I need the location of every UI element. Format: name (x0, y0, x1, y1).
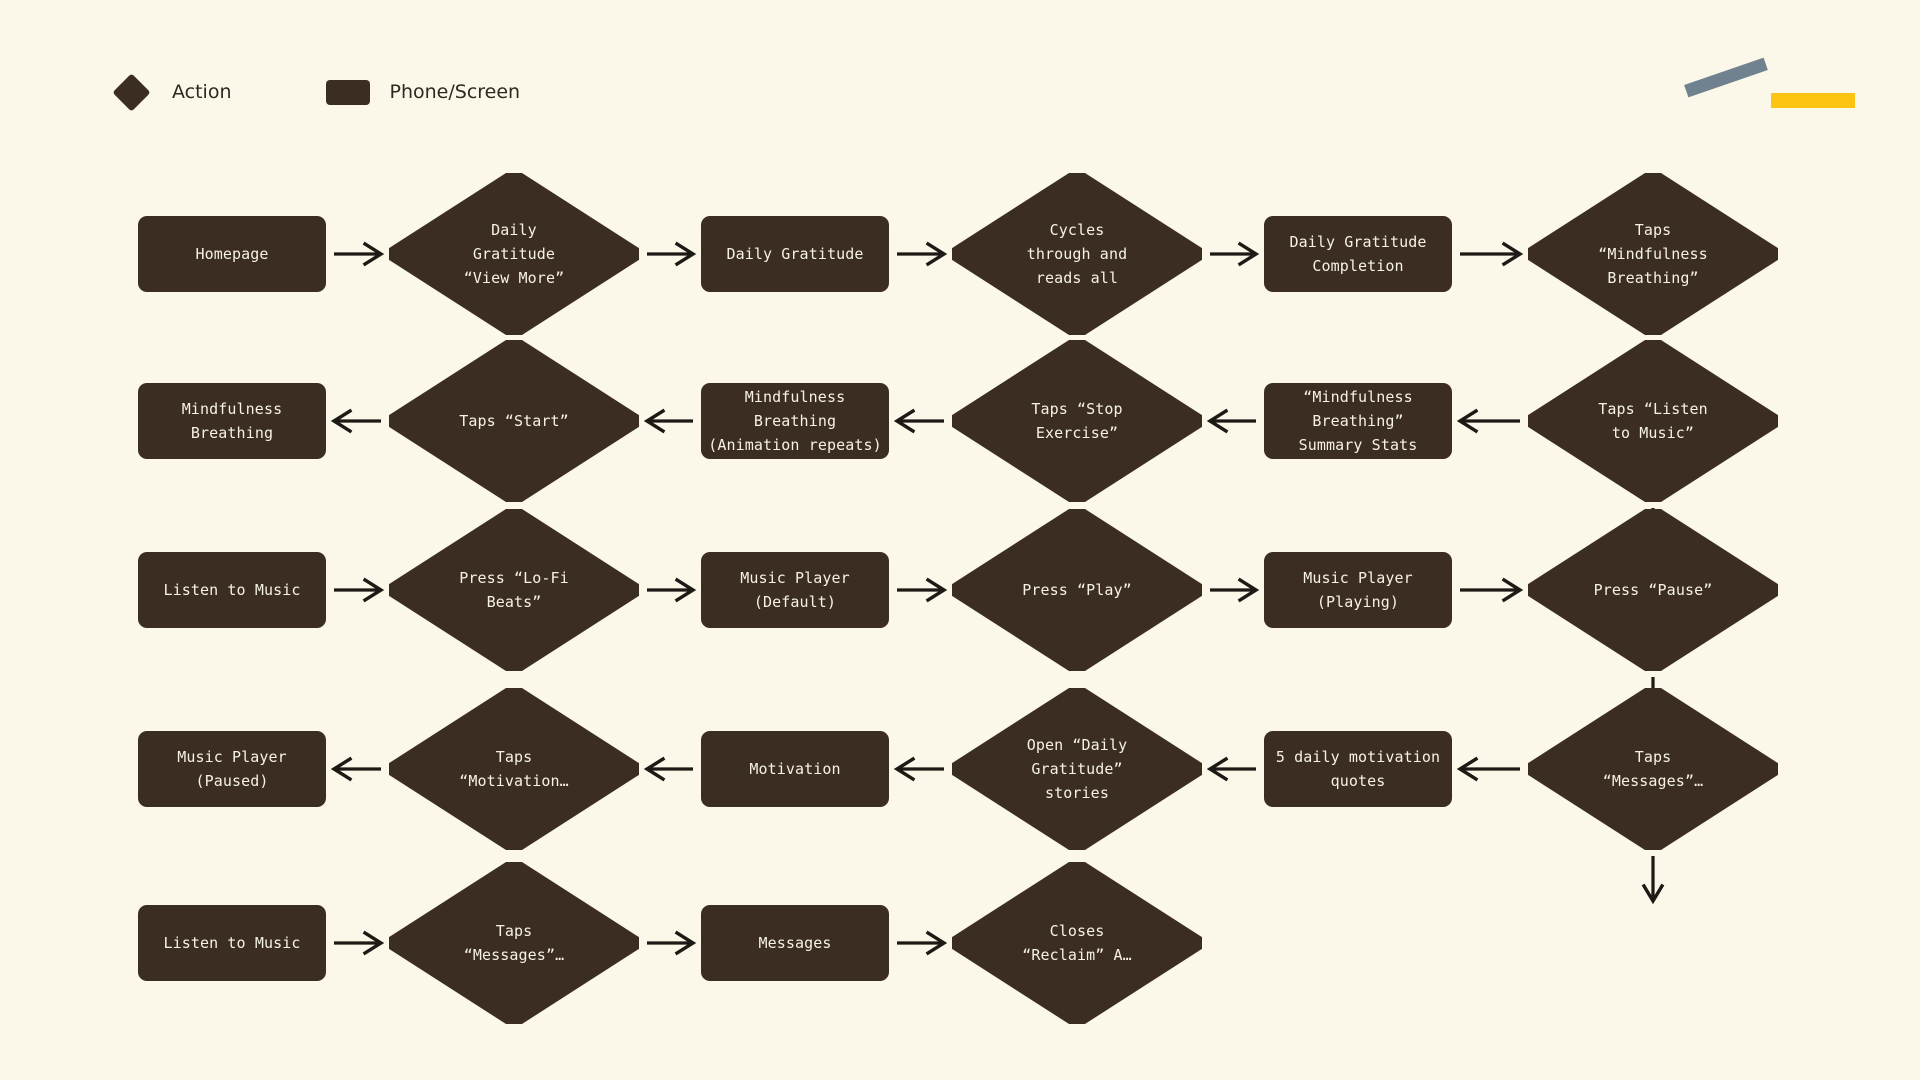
flowchart-canvas: Action Phone/Screen Homepage Daily Gratit… (0, 0, 1920, 1080)
action-node[interactable]: Closes “Reclaim” A… (952, 862, 1202, 1024)
arrow-horizontal (334, 930, 385, 956)
action-node[interactable]: Taps “Messages”… (389, 862, 639, 1024)
arrow-horizontal (1460, 577, 1524, 603)
screen-node[interactable]: Listen to Music (138, 552, 326, 628)
node-label: Mindfulness Breathing (181, 399, 283, 442)
decorative-gold-bar (1771, 93, 1855, 108)
action-node[interactable]: Open “Daily Gratitude” stories (952, 688, 1202, 850)
screen-node[interactable]: Motivation (701, 731, 889, 807)
node-label: Taps “Start” (459, 411, 569, 430)
arrow-horizontal (893, 408, 944, 434)
node-label: Cycles through and reads all (1026, 220, 1128, 288)
node-label: Open “Daily Gratitude” stories (1026, 735, 1128, 803)
screen-node[interactable]: “Mindfulness Breathing” Summary Stats (1264, 383, 1452, 459)
screen-node[interactable]: Music Player (Paused) (138, 731, 326, 807)
node-label: Press “Play” (1022, 580, 1132, 599)
arrow-horizontal (334, 577, 385, 603)
screen-node[interactable]: Daily Gratitude (701, 216, 889, 292)
screen-node[interactable]: Music Player (Default) (701, 552, 889, 628)
node-label: Taps “Messages”… (1602, 747, 1704, 790)
arrow-horizontal (1456, 756, 1520, 782)
arrow-horizontal (647, 577, 697, 603)
node-label: 5 daily motivation quotes (1275, 747, 1441, 790)
diamond-shape-icon (112, 72, 151, 112)
legend-label-screen: Phone/Screen (389, 81, 521, 103)
action-node[interactable]: Taps “Start” (389, 340, 639, 502)
arrow-horizontal (330, 408, 381, 434)
node-label: Music Player (Default) (740, 568, 850, 611)
arrow-horizontal (897, 930, 948, 956)
arrow-horizontal (643, 408, 693, 434)
legend-label-action: Action (172, 81, 232, 103)
arrow-horizontal (1210, 241, 1260, 267)
screen-node[interactable]: Daily Gratitude Completion (1264, 216, 1452, 292)
legend-entry-action: Action (112, 72, 232, 112)
node-label: Homepage (195, 244, 269, 263)
node-label: Press “Pause” (1593, 580, 1713, 599)
action-node[interactable]: Press “Lo-Fi Beats” (389, 509, 639, 671)
node-label: Listen to Music (163, 580, 301, 599)
node-label: Taps “Motivation… (459, 747, 569, 790)
arrow-horizontal (893, 756, 944, 782)
action-node[interactable]: Press “Pause” (1528, 509, 1778, 671)
arrow-horizontal (330, 756, 381, 782)
legend: Action Phone/Screen (112, 72, 521, 112)
screen-node[interactable]: Listen to Music (138, 905, 326, 981)
arrow-horizontal (647, 241, 697, 267)
node-label: Taps “Listen to Music” (1598, 399, 1708, 442)
node-label: Taps “Stop Exercise” (1031, 399, 1123, 442)
arrow-horizontal (897, 241, 948, 267)
node-label: Messages (758, 933, 832, 952)
action-node[interactable]: Taps “Messages”… (1528, 688, 1778, 850)
arrow-horizontal (1206, 408, 1256, 434)
action-node[interactable]: Taps “Mindfulness Breathing” (1528, 173, 1778, 335)
node-label: Music Player (Paused) (177, 747, 287, 790)
screen-node[interactable]: Mindfulness Breathing (Animation repeats… (701, 383, 889, 459)
action-node[interactable]: Cycles through and reads all (952, 173, 1202, 335)
decorative-slate-bar (1684, 57, 1768, 98)
node-label: Daily Gratitude Completion (1289, 232, 1427, 275)
node-label: Taps “Mindfulness Breathing” (1598, 220, 1708, 288)
arrow-horizontal (1206, 756, 1256, 782)
action-node[interactable]: Daily Gratitude “View More” (389, 173, 639, 335)
arrow-horizontal (1210, 577, 1260, 603)
node-label: Mindfulness Breathing (Animation repeats… (708, 387, 882, 455)
screen-node[interactable]: 5 daily motivation quotes (1264, 731, 1452, 807)
arrow-vertical (1641, 856, 1665, 905)
action-node[interactable]: Press “Play” (952, 509, 1202, 671)
screen-node[interactable]: Mindfulness Breathing (138, 383, 326, 459)
action-node[interactable]: Taps “Stop Exercise” (952, 340, 1202, 502)
node-label: Daily Gratitude (726, 244, 864, 263)
node-label: Daily Gratitude “View More” (463, 220, 565, 288)
arrow-horizontal (1460, 241, 1524, 267)
node-label: Closes “Reclaim” A… (1022, 921, 1132, 964)
screen-node[interactable]: Homepage (138, 216, 326, 292)
node-label: Listen to Music (163, 933, 301, 952)
action-node[interactable]: Taps “Listen to Music” (1528, 340, 1778, 502)
rectangle-shape-icon (325, 79, 370, 105)
node-label: Motivation (749, 759, 841, 778)
action-node[interactable]: Taps “Motivation… (389, 688, 639, 850)
arrow-horizontal (647, 930, 697, 956)
screen-node[interactable]: Music Player (Playing) (1264, 552, 1452, 628)
arrow-horizontal (897, 577, 948, 603)
node-label: “Mindfulness Breathing” Summary Stats (1298, 387, 1418, 455)
arrow-horizontal (334, 241, 385, 267)
legend-entry-screen: Phone/Screen (325, 79, 521, 105)
screen-node[interactable]: Messages (701, 905, 889, 981)
node-label: Press “Lo-Fi Beats” (459, 568, 569, 611)
node-label: Taps “Messages”… (463, 921, 565, 964)
arrow-horizontal (643, 756, 693, 782)
node-label: Music Player (Playing) (1303, 568, 1413, 611)
arrow-horizontal (1456, 408, 1520, 434)
